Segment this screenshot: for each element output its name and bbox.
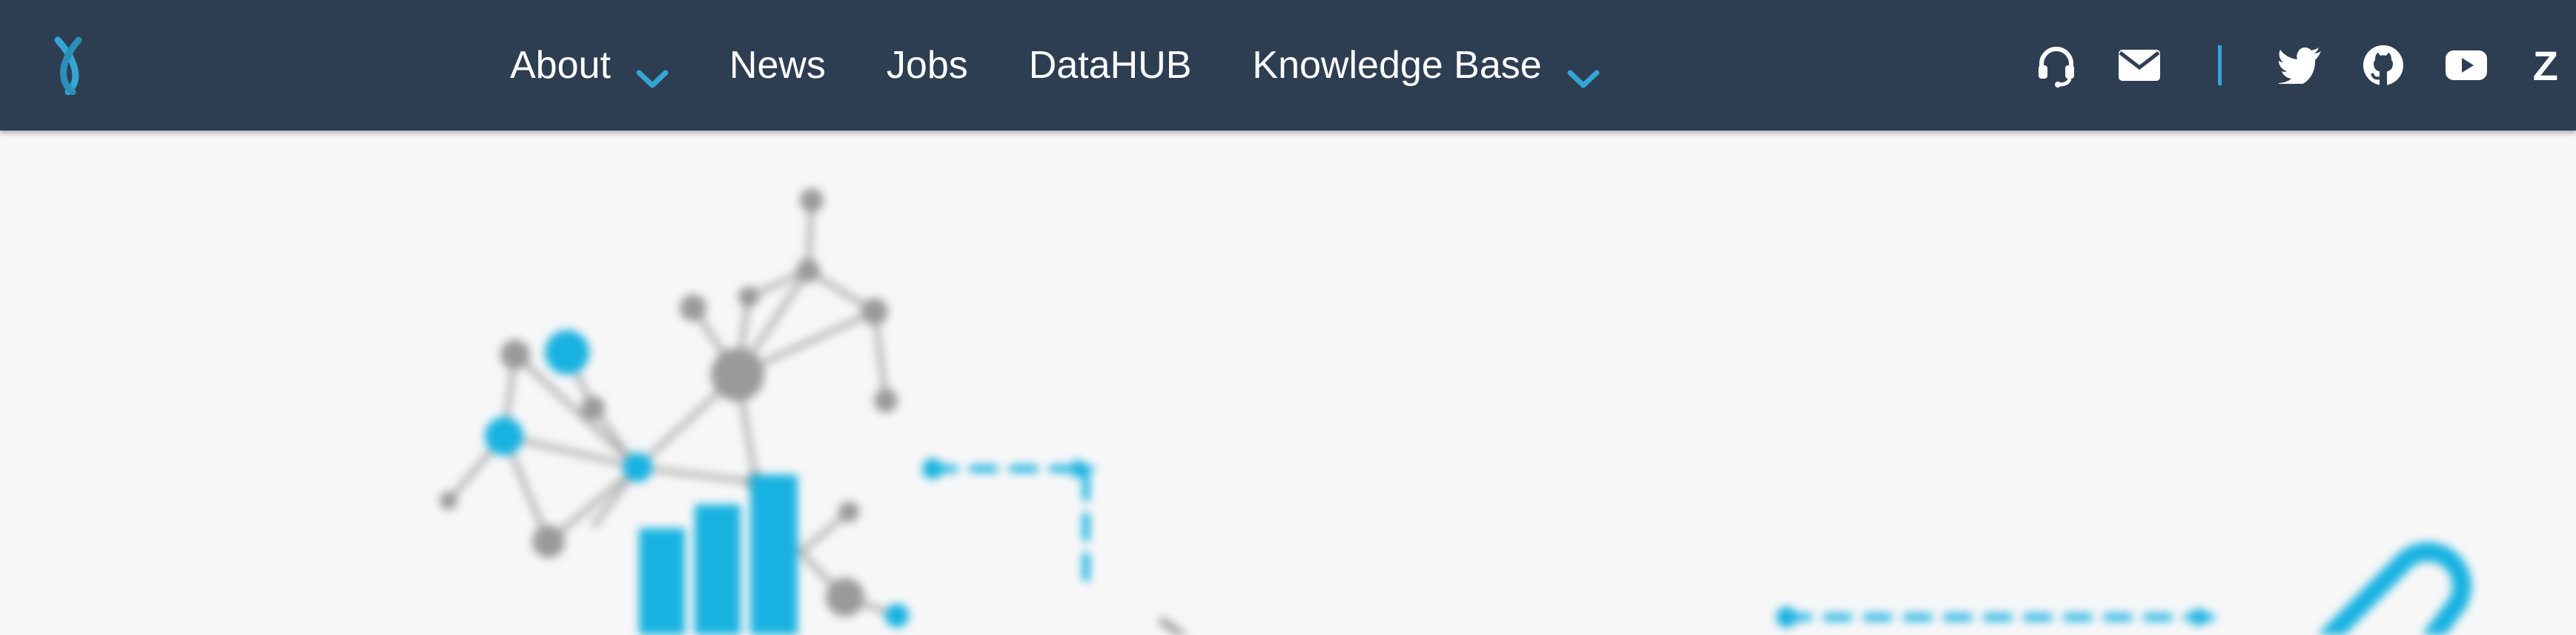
nav-item-label: Jobs [886,44,968,87]
hero-illustration [0,134,2576,635]
nav-item-datahub[interactable]: DataHUB [1029,43,1192,88]
paperclip-icon [2318,542,2472,635]
nav-item-label: DataHUB [1028,44,1192,87]
top-navbar: About News Jobs DataHUB Knowledge Base Z [0,0,2576,131]
github-icon[interactable] [2360,42,2407,89]
twitter-icon[interactable] [2277,42,2324,89]
bar-chart-illustration [639,475,798,635]
nav-item-jobs[interactable]: Jobs [887,43,968,88]
youtube-icon[interactable] [2443,42,2490,89]
site-logo-icon[interactable] [52,36,87,96]
nav-divider [2217,45,2222,85]
nav-item-about[interactable]: About [510,43,669,88]
language-switcher[interactable]: Z [2533,42,2558,90]
right-icon-bar: Z [1997,0,2558,131]
envelope-icon[interactable] [2116,42,2163,89]
nav-item-label: Knowledge Base [1252,44,1542,87]
dashed-connectors [929,465,2209,621]
main-nav: About News Jobs DataHUB Knowledge Base [510,0,1661,131]
nav-item-news[interactable]: News [729,43,826,88]
nav-item-knowledge-base[interactable]: Knowledge Base [1252,43,1600,88]
headset-support-icon[interactable] [2033,42,2080,89]
nav-item-label: About [510,44,611,87]
network-chart-illustration [440,188,2472,635]
chevron-down-icon [636,55,669,88]
nav-item-label: News [729,44,826,87]
chevron-down-icon [1567,55,1600,88]
